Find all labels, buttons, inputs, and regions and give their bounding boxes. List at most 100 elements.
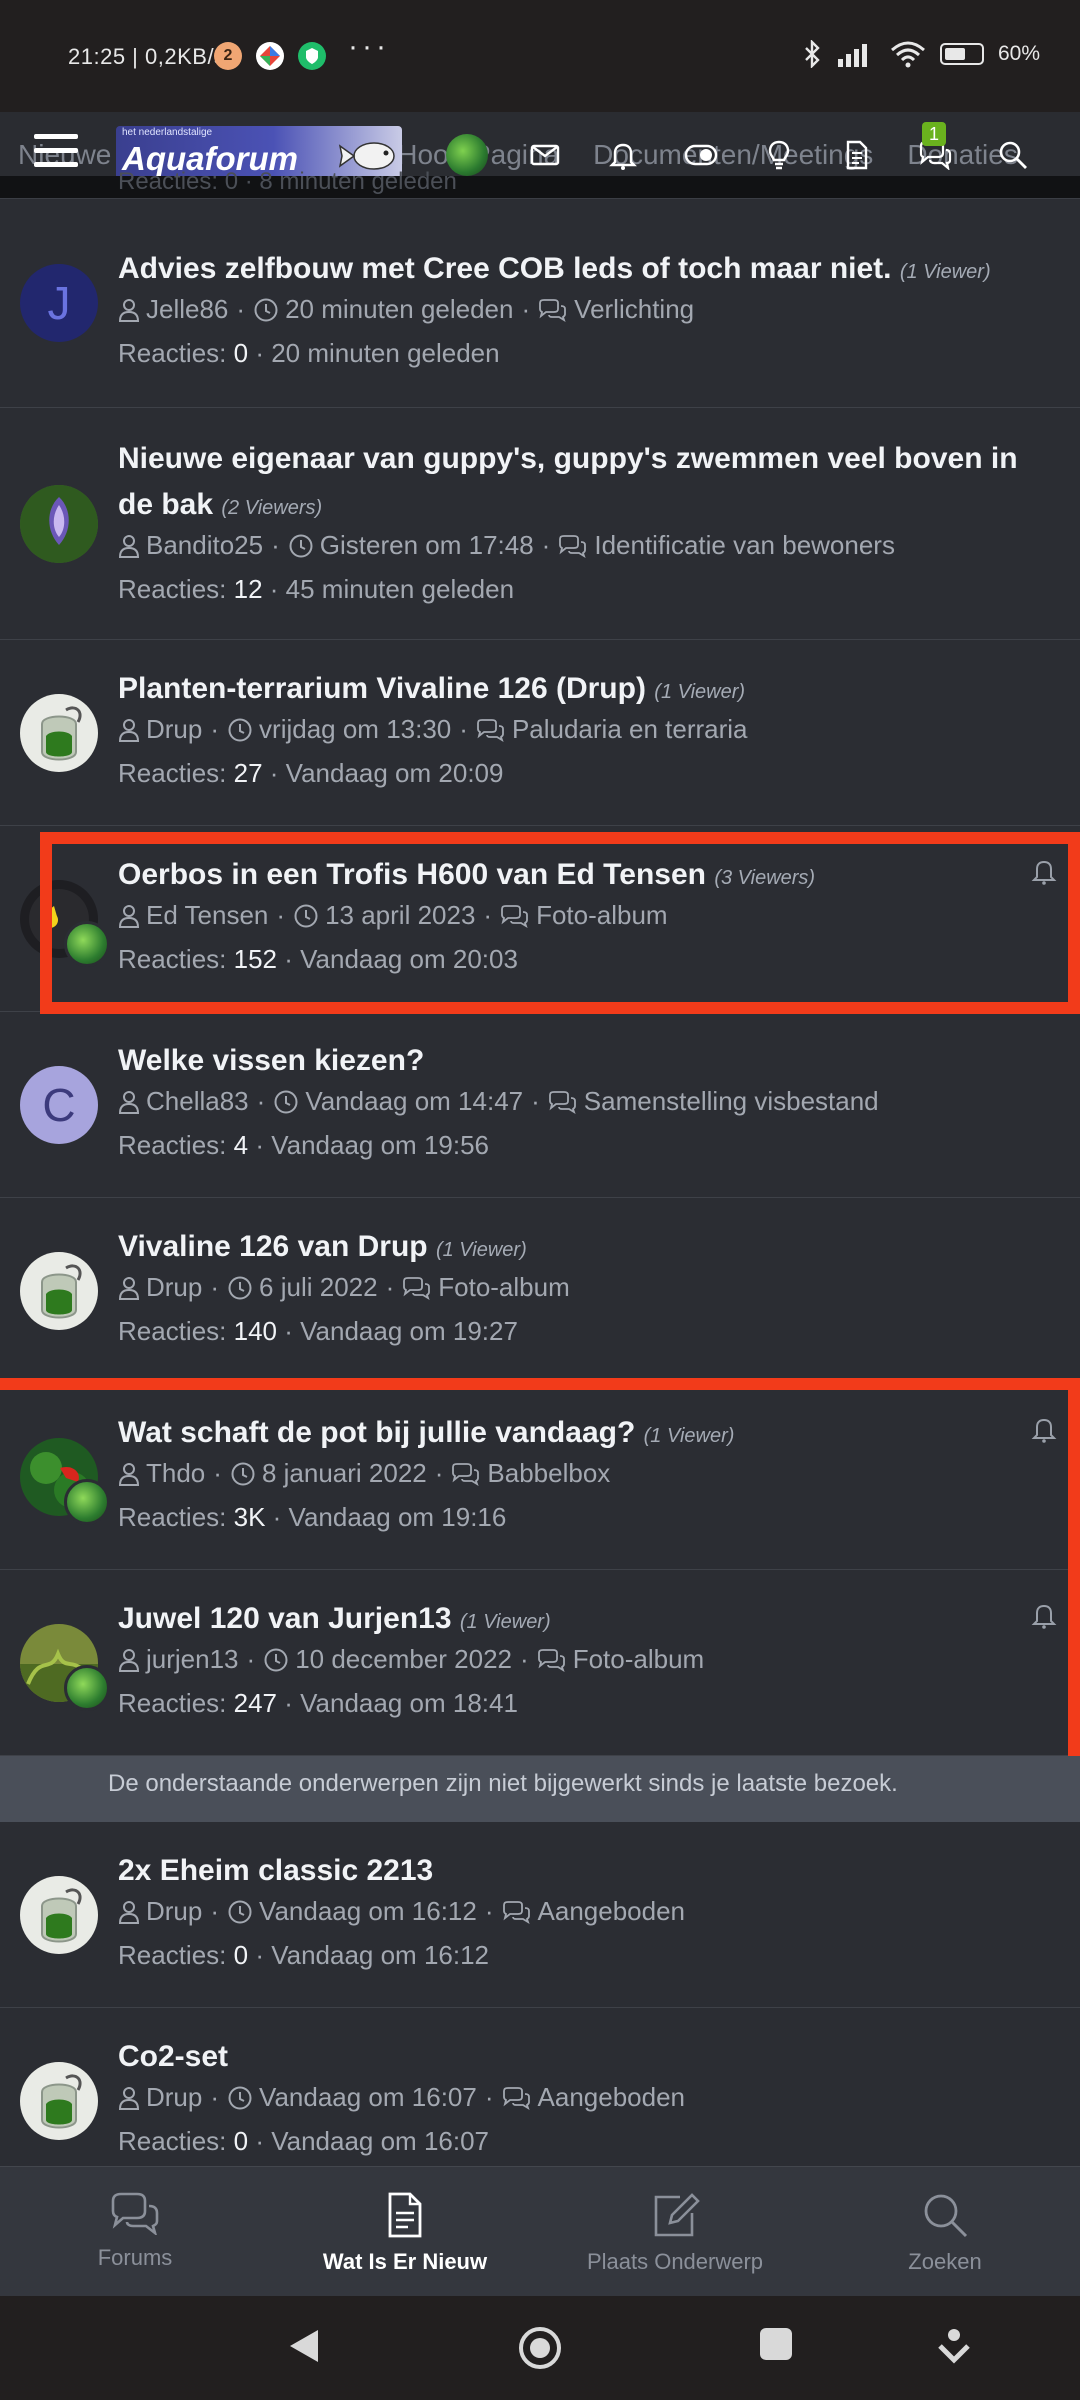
thread-author[interactable]: Bandito25 bbox=[146, 530, 263, 561]
avatar[interactable] bbox=[20, 485, 98, 563]
tab-forums[interactable]: Forums bbox=[0, 2167, 270, 2297]
thread-forum[interactable]: Foto-album bbox=[536, 900, 668, 931]
thread-forum[interactable]: Babbelbox bbox=[487, 1458, 610, 1489]
assistant-down-icon[interactable] bbox=[936, 2326, 972, 2366]
last-post-time[interactable]: Vandaag om 20:09 bbox=[286, 758, 504, 788]
thread-row[interactable]: Nieuwe eigenaar van guppy's, guppy's zwe… bbox=[0, 408, 1080, 640]
thread-row[interactable]: Juwel 120 van Jurjen13 (1 Viewer) jurjen1… bbox=[0, 1570, 1080, 1756]
tab-search[interactable]: Zoeken bbox=[810, 2167, 1080, 2297]
home-icon[interactable] bbox=[518, 2326, 562, 2370]
thread-title[interactable]: 2x Eheim classic 2213 bbox=[118, 1848, 1040, 1894]
thread-author[interactable]: Jelle86 bbox=[146, 294, 228, 325]
search-icon[interactable] bbox=[974, 130, 1052, 180]
thread-title[interactable]: Vivaline 126 van Drup (1 Viewer) bbox=[118, 1224, 1040, 1273]
battery-percent: 60% bbox=[997, 42, 1040, 65]
thread-title-text[interactable]: Vivaline 126 van Drup bbox=[118, 1230, 428, 1263]
thread-forum[interactable]: Verlichting bbox=[574, 294, 694, 325]
thread-title-text[interactable]: Juwel 120 van Jurjen13 bbox=[118, 1602, 452, 1635]
thread-stats: Reacties: 152 · Vandaag om 20:03 bbox=[118, 944, 518, 974]
tab-whats-new[interactable]: Wat Is Er Nieuw bbox=[270, 2167, 540, 2297]
thread-title[interactable]: Advies zelfbouw met Cree COB leds of toc… bbox=[118, 246, 1040, 295]
back-icon[interactable] bbox=[286, 2326, 322, 2366]
avatar[interactable] bbox=[20, 2062, 98, 2140]
thread-title[interactable]: Nieuwe eigenaar van guppy's, guppy's zwe… bbox=[118, 436, 1040, 531]
mail-icon[interactable] bbox=[506, 130, 584, 180]
lightbulb-icon[interactable] bbox=[740, 130, 818, 180]
thread-title[interactable]: Wat schaft de pot bij jullie vandaag? (1… bbox=[118, 1410, 1040, 1459]
thread-author[interactable]: Drup bbox=[146, 714, 202, 745]
search-icon bbox=[924, 2194, 968, 2238]
thread-author[interactable]: Chella83 bbox=[146, 1086, 249, 1117]
thread-row[interactable]: Planten-terrarium Vivaline 126 (Drup) (1… bbox=[0, 640, 1080, 826]
last-post-time[interactable]: Vandaag om 20:03 bbox=[300, 944, 518, 974]
watch-bell-icon[interactable] bbox=[1030, 1414, 1058, 1444]
thread-author[interactable]: Ed Tensen bbox=[146, 900, 268, 931]
thread-forum[interactable]: Identificatie van bewoners bbox=[594, 530, 895, 561]
last-post-time[interactable]: Vandaag om 19:16 bbox=[289, 1502, 507, 1532]
chat-icon[interactable]: 1 bbox=[896, 122, 974, 180]
thread-title[interactable]: Planten-terrarium Vivaline 126 (Drup) (1… bbox=[118, 666, 1040, 715]
thread-author[interactable]: Drup bbox=[146, 1272, 202, 1303]
last-post-time[interactable]: Vandaag om 16:12 bbox=[271, 1940, 489, 1970]
avatar[interactable] bbox=[20, 694, 98, 772]
replies-label: Reacties: bbox=[118, 1502, 227, 1532]
thread-row[interactable]: Oerbos in een Trofis H600 van Ed Tensen … bbox=[0, 826, 1080, 1012]
thread-forum[interactable]: Paludaria en terraria bbox=[512, 714, 748, 745]
thread-title-text[interactable]: Planten-terrarium Vivaline 126 (Drup) bbox=[118, 672, 646, 705]
clock-icon bbox=[264, 1648, 288, 1671]
last-post-time[interactable]: Vandaag om 16:07 bbox=[271, 2126, 489, 2156]
clock-icon bbox=[228, 1900, 252, 1923]
thread-forum[interactable]: Aangeboden bbox=[538, 1896, 685, 1927]
signal-icon bbox=[837, 44, 867, 67]
thread-title-text[interactable]: Oerbos in een Trofis H600 van Ed Tensen bbox=[118, 858, 706, 891]
last-post-time[interactable]: Vandaag om 19:56 bbox=[271, 1130, 489, 1160]
style-toggle-icon[interactable] bbox=[662, 130, 740, 180]
last-post-time[interactable]: 45 minuten geleden bbox=[286, 574, 514, 604]
thread-title-text[interactable]: Co2-set bbox=[118, 2040, 228, 2073]
clock-icon bbox=[228, 1276, 252, 1299]
thread-forum[interactable]: Samenstelling visbestand bbox=[584, 1086, 879, 1117]
thread-row[interactable]: Vivaline 126 van Drup (1 Viewer) Drup · 6 j… bbox=[0, 1198, 1080, 1384]
thread-title[interactable]: Juwel 120 van Jurjen13 (1 Viewer) bbox=[118, 1596, 1040, 1645]
thread-title[interactable]: Oerbos in een Trofis H600 van Ed Tensen … bbox=[118, 852, 1040, 901]
watch-bell-icon[interactable] bbox=[1030, 1600, 1058, 1630]
thread-row[interactable]: C Welke vissen kiezen? Chella83 · Vandaag om… bbox=[0, 1012, 1080, 1198]
status-bar: 21:25 | 0,2KB/s 2 ··· 60% bbox=[0, 0, 1080, 112]
menu-icon[interactable] bbox=[34, 134, 78, 176]
thread-title[interactable]: Co2-set bbox=[118, 2034, 1040, 2080]
thread-title-text[interactable]: Welke vissen kiezen? bbox=[118, 1044, 424, 1077]
bell-icon[interactable] bbox=[584, 130, 662, 180]
reply-count: 0 bbox=[233, 2126, 249, 2156]
watch-bell-icon[interactable] bbox=[1030, 856, 1058, 886]
thread-author[interactable]: Drup bbox=[146, 2082, 202, 2113]
avatar[interactable]: C bbox=[20, 1066, 98, 1144]
thread-author[interactable]: Thdo bbox=[146, 1458, 205, 1489]
separator: · bbox=[520, 1644, 529, 1674]
thread-forum[interactable]: Foto-album bbox=[438, 1272, 570, 1303]
last-post-time[interactable]: Vandaag om 18:41 bbox=[300, 1688, 518, 1718]
replies-label: Reacties: bbox=[118, 758, 227, 788]
thread-meta: Drup · Vandaag om 16:07 · Aangeboden bbox=[118, 2082, 685, 2113]
last-post-time[interactable]: Vandaag om 19:27 bbox=[300, 1316, 518, 1346]
thread-start-date: Vandaag om 16:12 bbox=[259, 1896, 477, 1926]
thread-author[interactable]: Drup bbox=[146, 1896, 202, 1927]
thread-author[interactable]: jurjen13 bbox=[146, 1644, 239, 1675]
thread-row[interactable]: 2x Eheim classic 2213 Drup · Vandaag om 16:… bbox=[0, 1822, 1080, 2008]
thread-title-text[interactable]: Wat schaft de pot bij jullie vandaag? bbox=[118, 1416, 635, 1449]
thread-forum[interactable]: Foto-album bbox=[573, 1644, 705, 1675]
thread-title[interactable]: Welke vissen kiezen? bbox=[118, 1038, 1040, 1084]
last-post-time[interactable]: 20 minuten geleden bbox=[271, 338, 499, 368]
thread-title-text[interactable]: Advies zelfbouw met Cree COB leds of toc… bbox=[118, 252, 892, 285]
thread-forum[interactable]: Aangeboden bbox=[538, 2082, 685, 2113]
document-icon[interactable] bbox=[818, 130, 896, 180]
avatar[interactable] bbox=[20, 1876, 98, 1954]
thread-title-text[interactable]: 2x Eheim classic 2213 bbox=[118, 1854, 433, 1887]
thread-row[interactable]: J Advies zelfbouw met Cree COB leds of to… bbox=[0, 198, 1080, 408]
avatar[interactable] bbox=[20, 1252, 98, 1330]
recents-icon[interactable] bbox=[758, 2326, 794, 2362]
avatar[interactable]: J bbox=[20, 264, 98, 342]
tab-post-thread[interactable]: Plaats Onderwerp bbox=[540, 2167, 810, 2297]
thread-meta: Bandito25 · Gisteren om 17:48 · Identificati… bbox=[118, 530, 895, 561]
thread-row[interactable]: Wat schaft de pot bij jullie vandaag? (1… bbox=[0, 1384, 1080, 1570]
comments-icon bbox=[537, 1648, 565, 1672]
